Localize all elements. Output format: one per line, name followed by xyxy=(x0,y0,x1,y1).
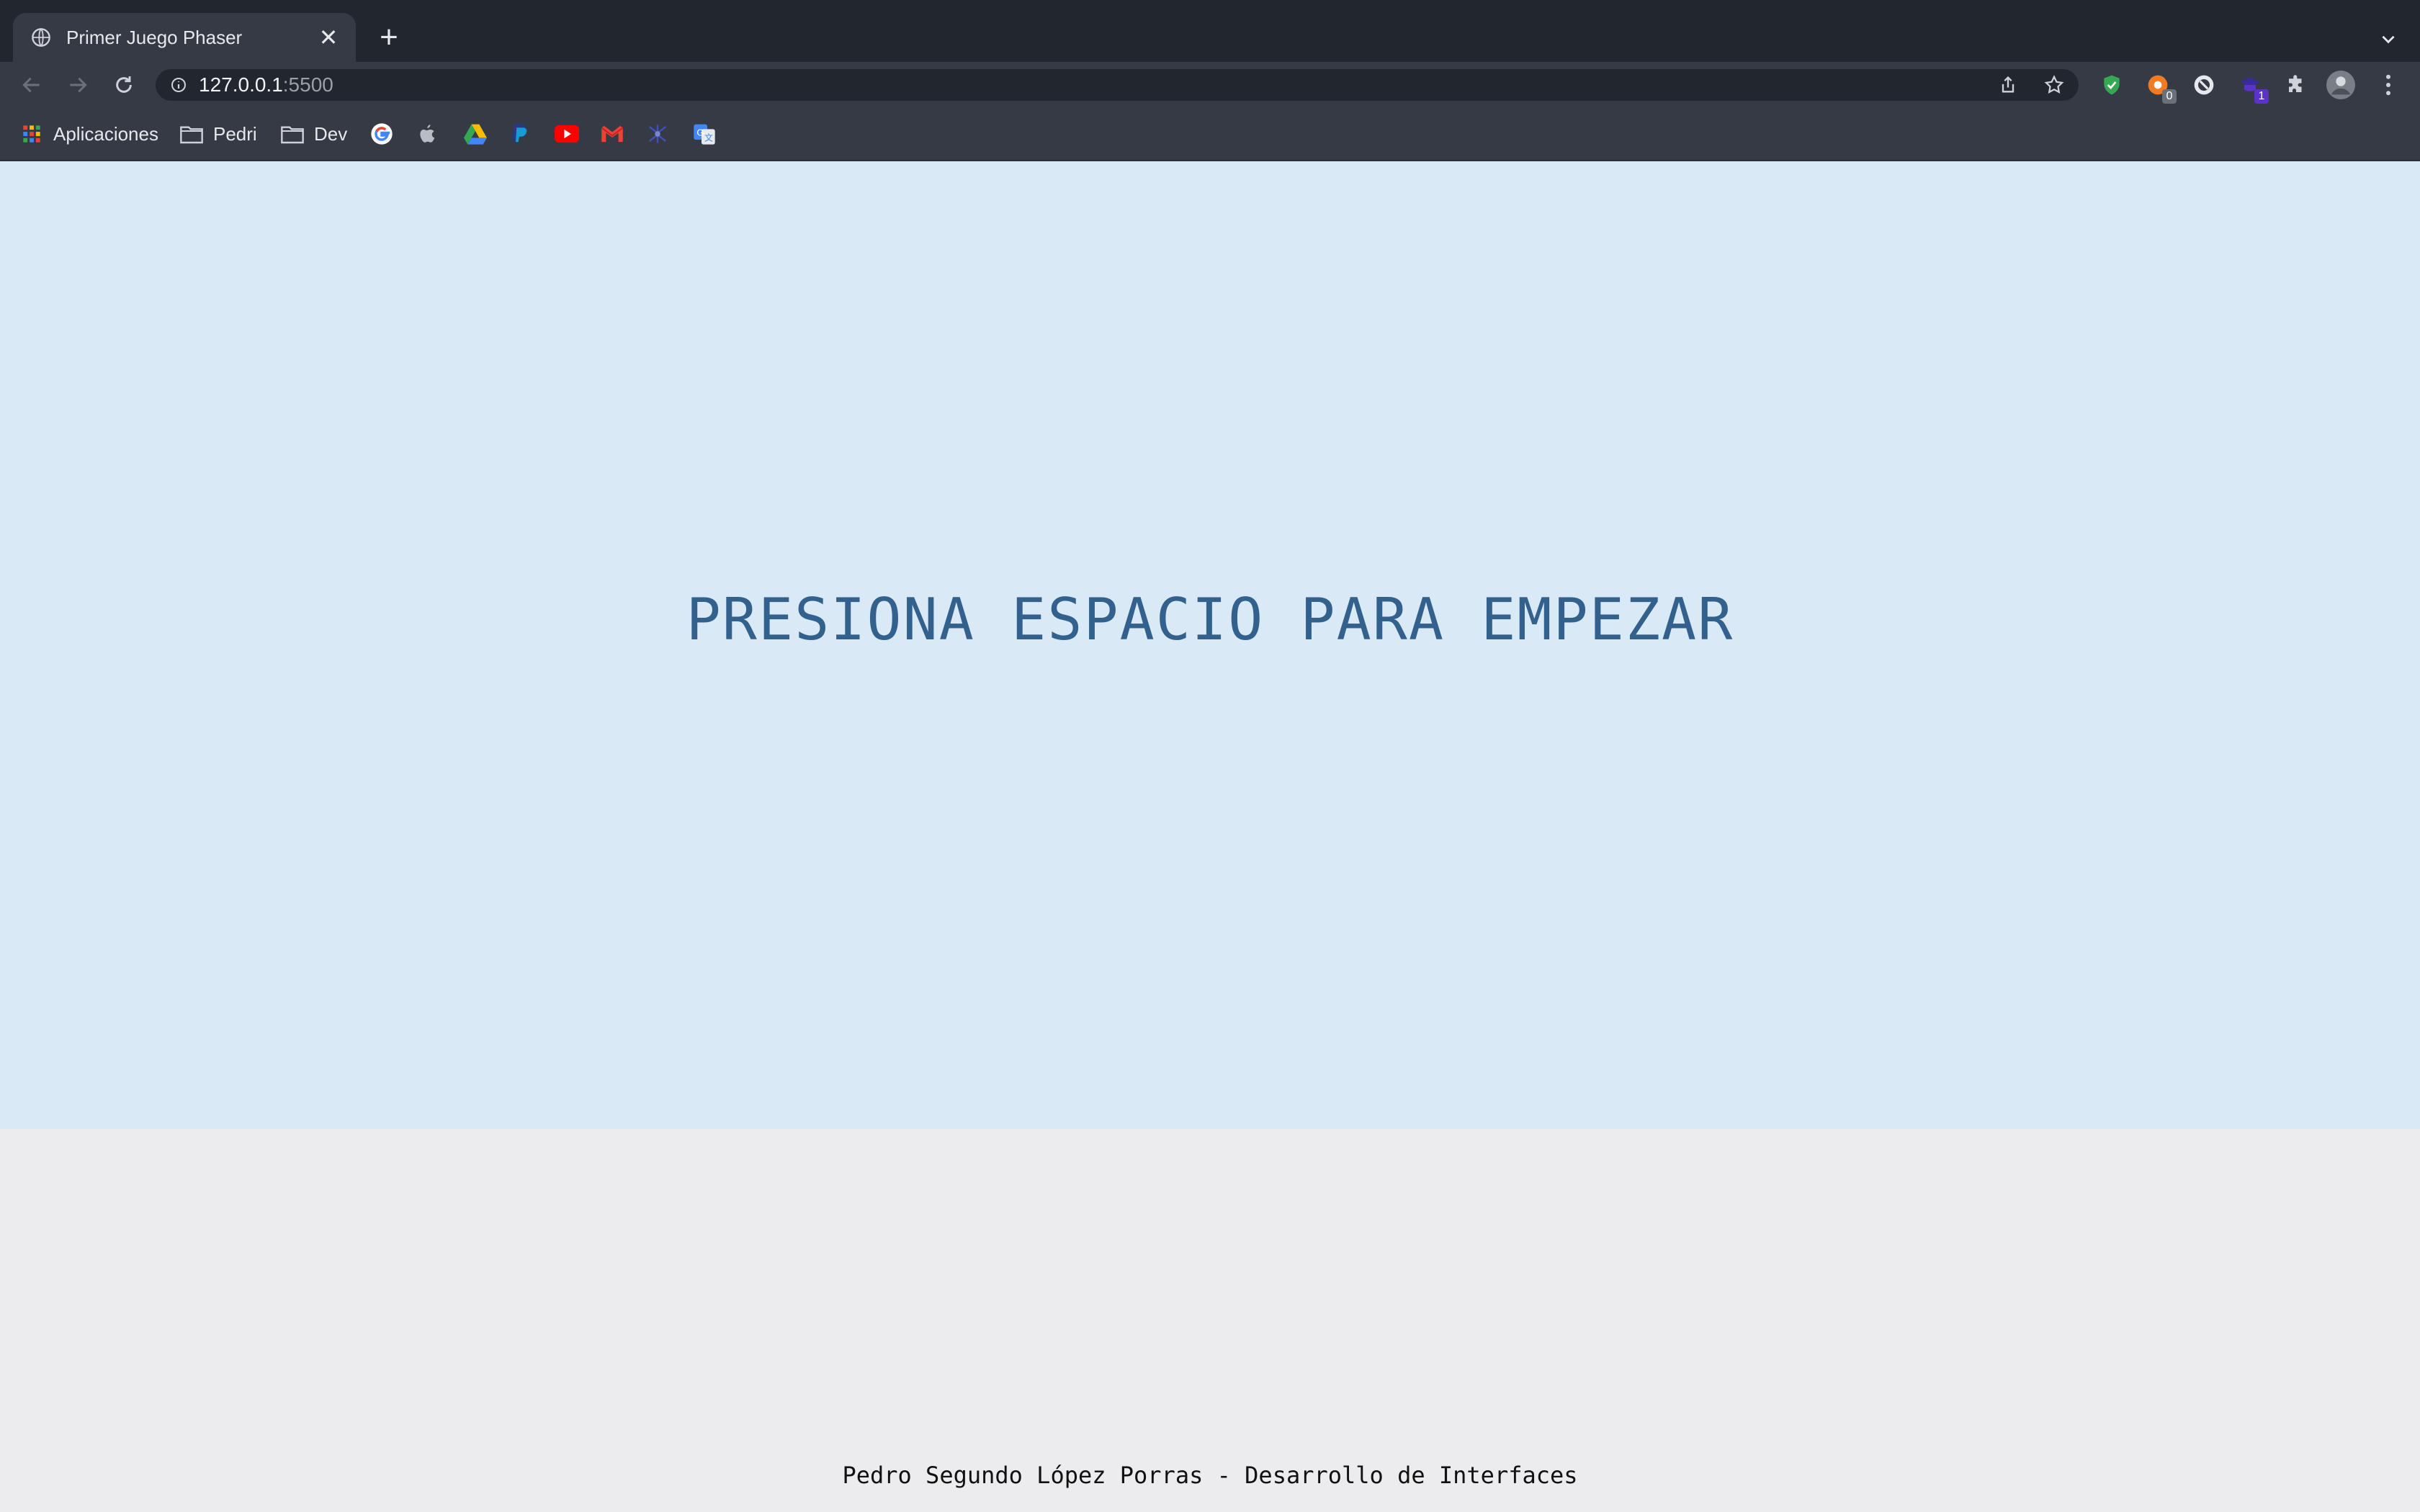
bookmark-logo-icon[interactable] xyxy=(647,118,668,150)
apple-icon[interactable] xyxy=(418,118,438,150)
youtube-icon[interactable] xyxy=(555,118,579,150)
url-host: 127.0.0.1 xyxy=(199,73,283,96)
info-icon[interactable] xyxy=(169,75,189,95)
bookmark-label: Aplicaciones xyxy=(53,122,158,145)
extension-purple-icon[interactable]: 1 xyxy=(2236,71,2269,104)
forward-arrow-icon[interactable] xyxy=(62,69,94,101)
folder-icon xyxy=(281,122,304,145)
extension-badge: 1 xyxy=(2254,89,2269,104)
svg-text:G: G xyxy=(696,127,704,138)
start-message: PRESIONA ESPACIO PARA EMPEZAR xyxy=(686,586,1734,653)
star-icon[interactable] xyxy=(2038,69,2070,101)
close-tab-icon[interactable]: ✕ xyxy=(315,26,341,49)
browser-toolbar: 127.0.0.1:5500 0 1 xyxy=(0,62,2420,108)
folder-icon xyxy=(180,122,203,145)
globe-icon xyxy=(30,27,52,48)
shield-extension-icon[interactable] xyxy=(2097,71,2126,99)
game-canvas[interactable]: PRESIONA ESPACIO PARA EMPEZAR xyxy=(0,161,2420,1129)
avatar[interactable] xyxy=(2326,71,2355,99)
footer-credit: Pedro Segundo López Porras - Desarrollo … xyxy=(842,1462,1578,1489)
tab-strip: Primer Juego Phaser ✕ + xyxy=(0,0,2420,62)
menu-dots-icon[interactable] xyxy=(2374,71,2403,99)
share-icon[interactable] xyxy=(1992,69,2024,101)
extension-orange-icon[interactable]: 0 xyxy=(2143,71,2177,104)
translate-icon[interactable]: G文 xyxy=(693,118,716,150)
address-bar[interactable]: 127.0.0.1:5500 xyxy=(156,69,2079,101)
bookmark-label: Dev xyxy=(314,122,348,145)
apps-grid-icon xyxy=(20,122,43,145)
bookmarks-bar: Aplicaciones Pedri Dev G文 xyxy=(0,108,2420,161)
url-port: :5500 xyxy=(282,73,333,96)
svg-text:文: 文 xyxy=(704,132,713,143)
chevron-down-icon[interactable] xyxy=(2371,22,2406,56)
bookmark-apps[interactable]: Aplicaciones xyxy=(20,118,158,150)
gmail-icon[interactable] xyxy=(601,118,624,150)
bookmark-label: Pedri xyxy=(213,122,257,145)
paypal-icon[interactable] xyxy=(510,118,529,150)
tab-active[interactable]: Primer Juego Phaser ✕ xyxy=(13,13,356,62)
extension-block-icon[interactable] xyxy=(2190,71,2218,99)
new-tab-button[interactable]: + xyxy=(372,22,406,56)
bookmark-folder-dev[interactable]: Dev xyxy=(281,118,347,150)
back-arrow-icon[interactable] xyxy=(16,69,48,101)
google-icon[interactable] xyxy=(370,118,393,150)
reload-icon[interactable] xyxy=(108,69,140,101)
bookmark-folder-pedri[interactable]: Pedri xyxy=(180,118,257,150)
tab-title: Primer Juego Phaser xyxy=(66,26,243,48)
extension-badge: 0 xyxy=(2162,89,2177,104)
puzzle-icon[interactable] xyxy=(2282,71,2311,99)
drive-icon[interactable] xyxy=(464,118,487,150)
